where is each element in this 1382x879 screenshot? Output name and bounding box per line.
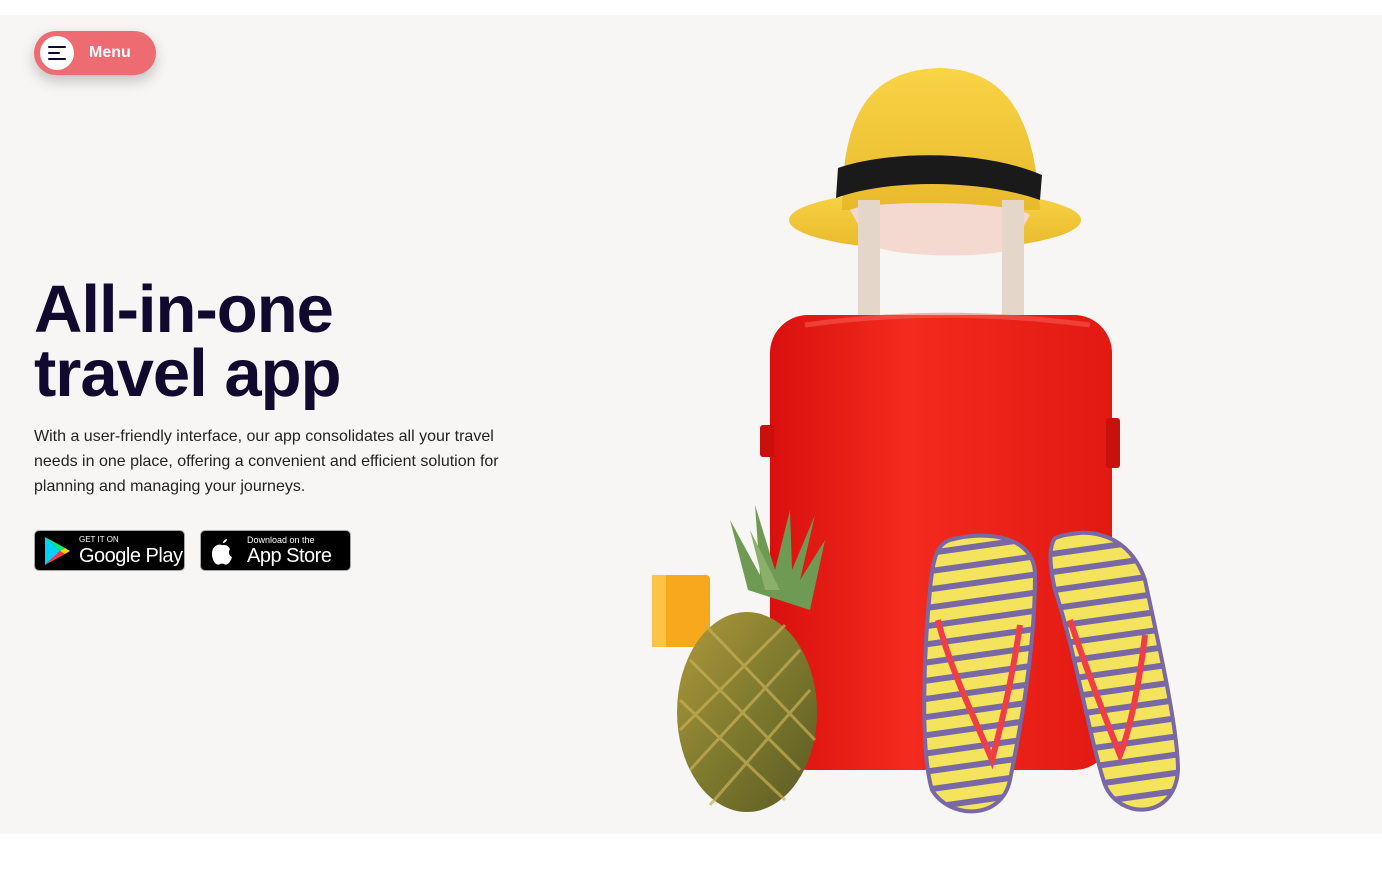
google-play-icon bbox=[43, 536, 71, 571]
page-title: All-in-one travel app bbox=[34, 272, 342, 411]
hamburger-icon bbox=[40, 36, 74, 70]
orange-bottle bbox=[652, 575, 710, 647]
title-line-1: All-in-one bbox=[34, 272, 334, 347]
hero-section: Menu All-in-one travel app With a user-f… bbox=[0, 15, 1382, 834]
app-store-big-text: App Store bbox=[247, 545, 332, 567]
app-store-small-text: Download on the bbox=[247, 535, 315, 545]
apple-icon bbox=[209, 536, 235, 571]
hero-description: With a user-friendly interface, our app … bbox=[34, 428, 499, 495]
menu-button[interactable]: Menu bbox=[34, 31, 156, 75]
yellow-hat bbox=[789, 68, 1081, 260]
menu-label: Menu bbox=[89, 44, 131, 61]
pineapple bbox=[677, 505, 825, 812]
travel-illustration bbox=[652, 68, 1181, 814]
app-store-button[interactable]: Download on the App Store bbox=[200, 530, 351, 571]
title-line-2: travel app bbox=[34, 336, 342, 411]
google-play-button[interactable]: GET IT ON Google Play bbox=[34, 530, 185, 571]
google-play-big-text: Google Play bbox=[79, 545, 183, 567]
google-play-small-text: GET IT ON bbox=[79, 535, 119, 544]
